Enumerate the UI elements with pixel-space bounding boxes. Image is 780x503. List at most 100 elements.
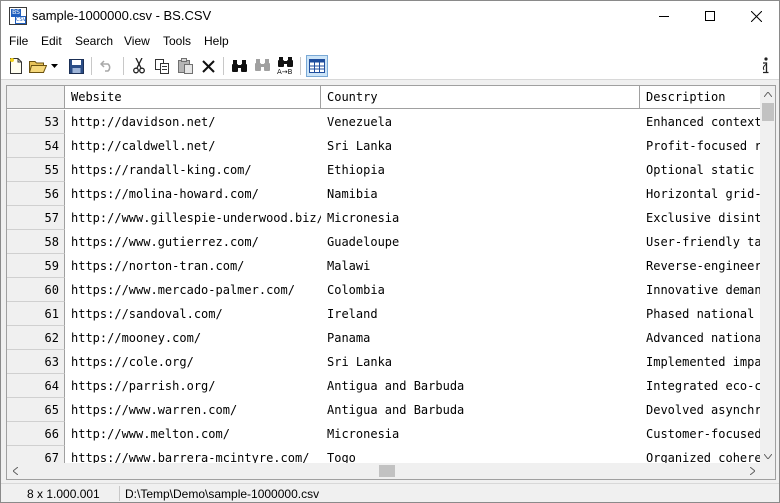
cell-website[interactable]: http://davidson.net/: [65, 110, 321, 134]
cell-website[interactable]: https://www.warren.com/: [65, 398, 321, 422]
cell-country[interactable]: Sri Lanka: [321, 350, 640, 374]
table-row[interactable]: 62 http://mooney.com/Panama Advanced natio…: [7, 326, 760, 350]
scroll-right-icon[interactable]: [744, 463, 760, 479]
open-dropdown-icon[interactable]: [48, 56, 60, 76]
row-number[interactable]: 61: [7, 302, 65, 326]
cell-website[interactable]: https://parrish.org/: [65, 374, 321, 398]
horizontal-scrollbar[interactable]: [7, 463, 760, 479]
cell-website[interactable]: http://www.gillespie-underwood.biz/: [65, 206, 321, 230]
table-row[interactable]: 61 https://sandoval.com/Ireland Phased nat…: [7, 302, 759, 326]
cell-country[interactable]: Colombia: [321, 278, 640, 302]
cell-website[interactable]: http://mooney.com/: [65, 326, 321, 350]
table-row[interactable]: 60 https://www.mercado-palmer.com/Colombi…: [7, 278, 760, 302]
grid-view-icon[interactable]: [306, 55, 328, 77]
cell-country[interactable]: Panama: [321, 326, 640, 350]
cell-website[interactable]: http://caldwell.net/: [65, 134, 321, 158]
cell-description[interactable]: Devolved asynchr: [640, 398, 760, 422]
cell-country[interactable]: Guadeloupe: [321, 230, 640, 254]
cell-description[interactable]: Profit-focused r: [640, 134, 760, 158]
new-icon[interactable]: [6, 56, 26, 76]
copy-icon[interactable]: [152, 56, 172, 76]
table-row[interactable]: 58 https://www.gutierrez.com/Guadeloupe Us…: [7, 230, 760, 254]
menu-view[interactable]: View: [124, 34, 150, 48]
table-row[interactable]: 57 http://www.gillespie-underwood.biz/Mic…: [7, 206, 760, 230]
row-number[interactable]: 57: [7, 206, 65, 230]
open-icon[interactable]: [28, 56, 48, 76]
menu-help[interactable]: Help: [204, 34, 229, 48]
minimize-button[interactable]: [641, 1, 687, 31]
cell-website[interactable]: https://randall-king.com/: [65, 158, 321, 182]
row-number[interactable]: 53: [7, 110, 65, 134]
menu-edit[interactable]: Edit: [41, 34, 62, 48]
title-bar[interactable]: BS CSV sample-1000000.csv - BS.CSV: [1, 1, 779, 31]
find-next-icon[interactable]: [252, 56, 272, 76]
cell-description[interactable]: Phased national: [640, 302, 760, 326]
row-number[interactable]: 62: [7, 326, 65, 350]
cell-country[interactable]: Micronesia: [321, 206, 640, 230]
cell-country[interactable]: Namibia: [321, 182, 640, 206]
column-header-website[interactable]: Website: [65, 86, 321, 109]
cell-description[interactable]: Advanced nationa: [640, 326, 760, 350]
data-grid[interactable]: Website Country Description 53 http://dav…: [6, 85, 776, 480]
cell-website[interactable]: https://www.mercado-palmer.com/: [65, 278, 321, 302]
row-number[interactable]: 65: [7, 398, 65, 422]
menu-search[interactable]: Search: [75, 34, 113, 48]
cell-country[interactable]: Sri Lanka: [321, 134, 640, 158]
delete-icon[interactable]: [198, 56, 218, 76]
table-row[interactable]: 64 https://parrish.org/Antigua and Barbud…: [7, 374, 760, 398]
row-number[interactable]: 60: [7, 278, 65, 302]
find-icon[interactable]: [229, 56, 249, 76]
table-row[interactable]: 65 https://www.warren.com/Antigua and Bar…: [7, 398, 760, 422]
cell-description[interactable]: Reverse-engineer: [640, 254, 760, 278]
menu-tools[interactable]: Tools: [163, 34, 191, 48]
undo-icon[interactable]: [97, 56, 117, 76]
table-row[interactable]: 56 https://molina-howard.com/Namibia Horiz…: [7, 182, 760, 206]
row-number[interactable]: 55: [7, 158, 65, 182]
table-row[interactable]: 53 http://davidson.net/Venezuela Enhanced …: [7, 110, 760, 134]
row-number[interactable]: 63: [7, 350, 65, 374]
vertical-scrollbar[interactable]: [760, 86, 775, 464]
cell-country[interactable]: Ethiopia: [321, 158, 640, 182]
cell-website[interactable]: https://molina-howard.com/: [65, 182, 321, 206]
column-header-description[interactable]: Description: [640, 86, 760, 109]
table-row[interactable]: 66 http://www.melton.com/Micronesia Custom…: [7, 422, 760, 446]
scroll-up-icon[interactable]: [760, 86, 775, 102]
maximize-button[interactable]: [687, 1, 733, 31]
cell-website[interactable]: https://www.gutierrez.com/: [65, 230, 321, 254]
cell-country[interactable]: Ireland: [321, 302, 640, 326]
close-button[interactable]: [733, 1, 779, 31]
cell-country[interactable]: Micronesia: [321, 422, 640, 446]
paste-icon[interactable]: [175, 56, 195, 76]
cell-country[interactable]: Antigua and Barbuda: [321, 398, 640, 422]
cell-description[interactable]: Integrated eco-c: [640, 374, 760, 398]
scroll-left-icon[interactable]: [7, 463, 23, 479]
table-row[interactable]: 59 https://norton-tran.com/Malawi Reverse-…: [7, 254, 760, 278]
grid-corner[interactable]: [7, 86, 65, 109]
save-icon[interactable]: [66, 56, 86, 76]
row-number[interactable]: 59: [7, 254, 65, 278]
row-number[interactable]: 54: [7, 134, 65, 158]
vertical-scroll-thumb[interactable]: [762, 103, 774, 121]
cell-website[interactable]: https://sandoval.com/: [65, 302, 321, 326]
cell-website[interactable]: https://cole.org/: [65, 350, 321, 374]
cell-website[interactable]: https://norton-tran.com/: [65, 254, 321, 278]
cell-country[interactable]: Venezuela: [321, 110, 640, 134]
cut-icon[interactable]: [129, 56, 149, 76]
bs-csv-app-icon[interactable]: BS CSV: [9, 7, 27, 25]
table-row[interactable]: 55 https://randall-king.com/Ethiopia Optio…: [7, 158, 759, 182]
menu-file[interactable]: File: [9, 34, 28, 48]
cell-description[interactable]: Exclusive disint: [640, 206, 760, 230]
cell-description[interactable]: Optional static: [640, 158, 760, 182]
cell-description[interactable]: Implemented impa: [640, 350, 760, 374]
cell-country[interactable]: Malawi: [321, 254, 640, 278]
cell-description[interactable]: Horizontal grid-: [640, 182, 760, 206]
cell-country[interactable]: Antigua and Barbuda: [321, 374, 640, 398]
table-row[interactable]: 54 http://caldwell.net/Sri Lanka Profit-fo…: [7, 134, 760, 158]
row-number[interactable]: 64: [7, 374, 65, 398]
replace-icon[interactable]: A→B: [275, 56, 295, 76]
column-header-country[interactable]: Country: [321, 86, 640, 109]
row-number[interactable]: 56: [7, 182, 65, 206]
row-number[interactable]: 58: [7, 230, 65, 254]
row-number[interactable]: 66: [7, 422, 65, 446]
table-row[interactable]: 63 https://cole.org/Sri Lanka Implemented …: [7, 350, 760, 374]
